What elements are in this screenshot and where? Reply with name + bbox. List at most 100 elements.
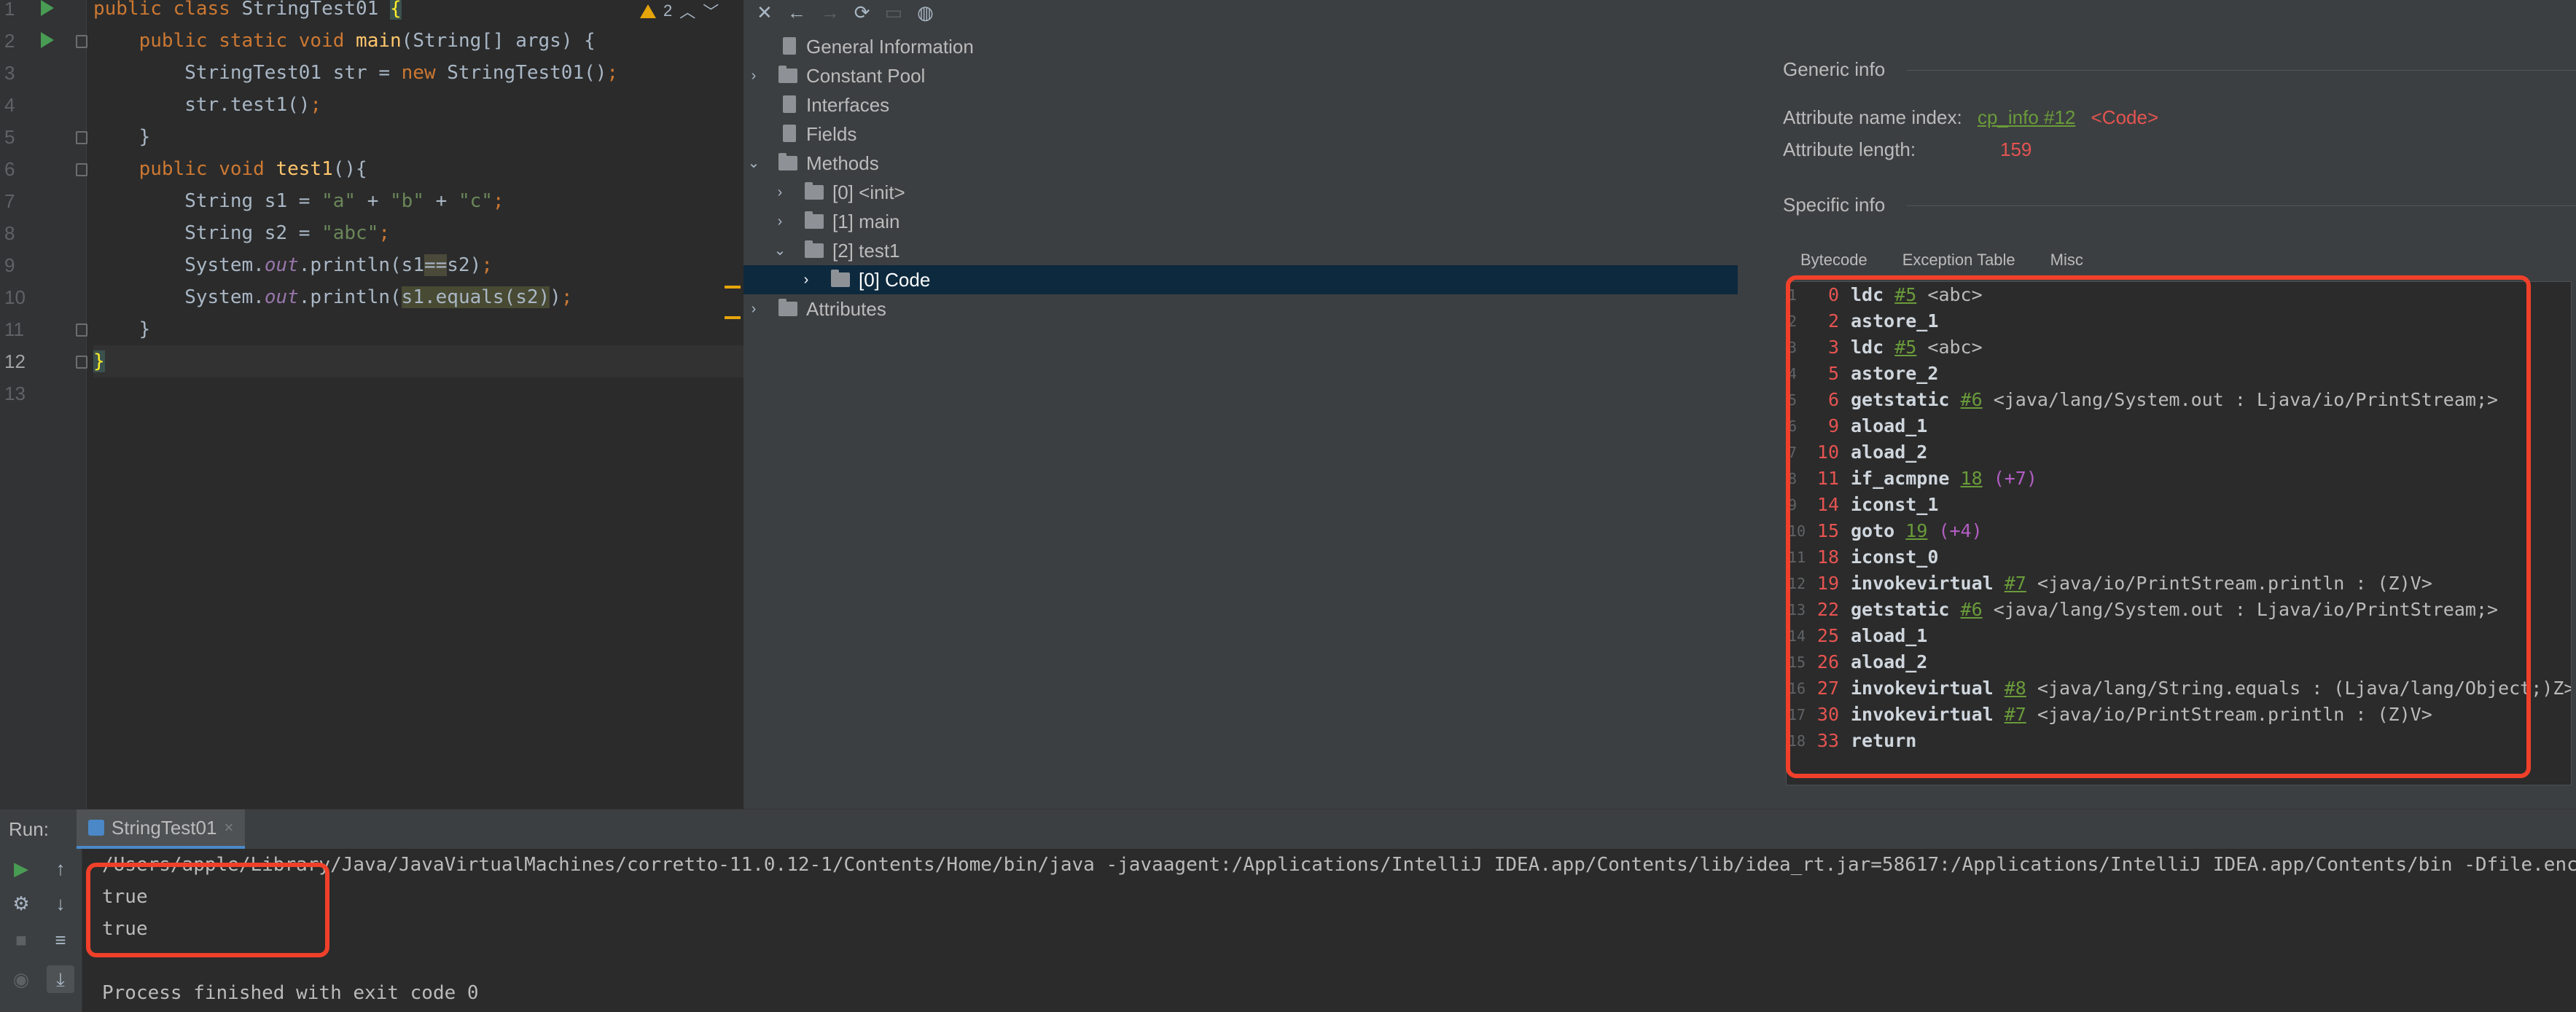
warning-icon xyxy=(640,4,656,18)
tree-item-code[interactable]: › [0] Code xyxy=(743,265,1738,294)
tab-exception-table[interactable]: Exception Table xyxy=(1885,243,2033,281)
file-icon xyxy=(783,95,796,113)
code-line: System.out.println(s1==s2); xyxy=(93,254,493,276)
specific-info-tabs: Bytecode Exception Table Misc xyxy=(1783,243,2101,281)
run-config-tab[interactable]: StringTest01 × xyxy=(76,809,246,849)
code-line: public static void main(String[] args) { xyxy=(138,30,596,52)
rerun-icon[interactable]: ▶ xyxy=(7,855,35,882)
chevron-right-icon[interactable]: › xyxy=(799,265,813,294)
tree-item-label: General Information xyxy=(806,36,974,58)
warning-stripe-mark[interactable] xyxy=(725,316,741,319)
chevron-up-icon[interactable]: ︿ xyxy=(679,0,695,23)
fold-icon[interactable] xyxy=(76,163,87,176)
jclasslib-panel: ✕ ← → ⟳ ▭ ◍ General Information › Consta… xyxy=(743,0,2576,809)
tree-item-fields[interactable]: Fields xyxy=(743,119,1738,149)
fold-icon[interactable] xyxy=(76,356,87,369)
close-icon[interactable]: × xyxy=(224,818,233,837)
chevron-right-icon[interactable]: › xyxy=(773,178,787,207)
file-icon xyxy=(783,37,796,55)
tab-bytecode[interactable]: Bytecode xyxy=(1783,243,1885,281)
line-number: 2 xyxy=(4,30,15,52)
forward-arrow-icon[interactable]: → xyxy=(821,1,840,23)
inspection-widget[interactable]: 2 ︿ ﹀ xyxy=(640,0,719,22)
run-tool-window: Run: StringTest01 × ▶ ↑ ⚙ ↓ ■ ≡ ◉ ⤓ /Use… xyxy=(0,809,2576,1012)
code-line: System.out.println(s1.equals(s2)); xyxy=(93,286,573,308)
down-arrow-icon[interactable]: ↓ xyxy=(47,890,74,917)
save-icon[interactable]: ▭ xyxy=(885,1,903,23)
scroll-to-end-icon[interactable]: ⤓ xyxy=(47,965,74,993)
bytecode-line: 8 11 if_acmpne 18 (+7) xyxy=(1788,468,2037,489)
tree-item-general-information[interactable]: General Information xyxy=(743,32,1738,61)
run-main-icon[interactable] xyxy=(41,32,54,48)
chevron-down-icon[interactable]: ﹀ xyxy=(703,0,719,23)
bytecode-line: 3 3 ldc #5 <abc> xyxy=(1788,337,1983,358)
bytecode-listing[interactable]: 1 0 ldc #5 <abc> 2 2 astore_1 3 3 ldc #5 <abc>… xyxy=(1786,281,2572,785)
tree-item-label: Attributes xyxy=(806,298,886,320)
bytecode-line: 18 33 return xyxy=(1788,730,1917,751)
code-line: StringTest01 str = new StringTest01(); xyxy=(93,62,619,84)
folder-icon xyxy=(831,270,850,287)
chevron-right-icon[interactable]: › xyxy=(746,61,761,90)
close-icon[interactable]: ✕ xyxy=(757,1,773,23)
line-number: 6 xyxy=(4,158,15,180)
bytecode-line: 14 25 aload_1 xyxy=(1788,625,1928,646)
tree-item-method-test1[interactable]: ⌄ [2] test1 xyxy=(743,236,1738,265)
class-structure-tree[interactable]: General Information › Constant Pool Inte… xyxy=(743,32,1738,323)
folder-icon xyxy=(778,299,797,316)
warning-stripe-mark[interactable] xyxy=(725,286,741,289)
section-divider xyxy=(1907,70,2576,71)
camera-icon[interactable]: ◉ xyxy=(7,965,35,993)
tree-item-label: Constant Pool xyxy=(806,65,926,87)
run-config-icon xyxy=(87,820,104,836)
tree-item-label: [0] Code xyxy=(859,269,931,291)
line-number: 4 xyxy=(4,94,15,116)
console-command-line: /Users/apple/Library/Java/JavaVirtualMac… xyxy=(102,854,2576,876)
run-tab-label: StringTest01 xyxy=(111,816,217,839)
tree-item-method-init[interactable]: › [0] <init> xyxy=(743,178,1738,207)
generic-info-title: Generic info xyxy=(1783,58,1886,80)
run-class-icon[interactable] xyxy=(41,0,54,16)
attribute-details: Generic info Attribute name index: cp_in… xyxy=(1768,0,2576,809)
tab-misc[interactable]: Misc xyxy=(2033,243,2101,281)
bytecode-line: 15 26 aload_2 xyxy=(1788,651,1928,672)
line-number: 10 xyxy=(4,286,26,308)
stop-icon[interactable]: ■ xyxy=(7,926,35,954)
folder-icon xyxy=(805,211,824,229)
bytecode-line: 10 15 goto 19 (+4) xyxy=(1788,520,1983,541)
fold-icon[interactable] xyxy=(76,35,87,48)
line-number: 1 xyxy=(4,0,15,20)
folder-icon xyxy=(778,66,797,83)
console-output[interactable]: /Users/apple/Library/Java/JavaVirtualMac… xyxy=(102,849,2576,1012)
fold-icon[interactable] xyxy=(76,131,87,144)
console-output-line: true xyxy=(102,886,148,908)
folder-icon xyxy=(805,182,824,200)
wrench-icon[interactable]: ⚙ xyxy=(7,890,35,917)
attribute-name-index-row: Attribute name index: cp_info #12 <Code> xyxy=(1783,106,2158,129)
folder-icon xyxy=(778,153,797,170)
tree-item-constant-pool[interactable]: › Constant Pool xyxy=(743,61,1738,90)
editor-gutter: 1 2 3 4 5 6 7 8 9 10 11 12 13 xyxy=(0,0,87,809)
run-header: Run: StringTest01 × xyxy=(0,809,2576,849)
section-divider xyxy=(1907,205,2576,206)
chevron-right-icon[interactable]: › xyxy=(746,294,761,323)
cp-info-link[interactable]: cp_info #12 xyxy=(1978,106,2075,128)
code-editor[interactable]: 1 2 3 4 5 6 7 8 9 10 11 12 13 public cla… xyxy=(0,0,743,809)
refresh-icon[interactable]: ⟳ xyxy=(854,1,870,23)
up-arrow-icon[interactable]: ↑ xyxy=(47,855,74,882)
globe-icon[interactable]: ◍ xyxy=(917,1,934,23)
soft-wrap-icon[interactable]: ≡ xyxy=(47,926,74,954)
tree-item-methods[interactable]: ⌄ Methods xyxy=(743,149,1738,178)
chevron-down-icon[interactable]: ⌄ xyxy=(773,236,787,265)
attribute-length-value: 159 xyxy=(2000,138,2032,160)
gutter-line: 2 xyxy=(0,25,87,57)
tree-item-attributes[interactable]: › Attributes xyxy=(743,294,1738,323)
code-line-current: } xyxy=(93,345,743,377)
code-line: String s1 = "a" + "b" + "c"; xyxy=(93,190,504,212)
chevron-down-icon[interactable]: ⌄ xyxy=(746,149,761,178)
tree-item-method-main[interactable]: › [1] main xyxy=(743,207,1738,236)
back-arrow-icon[interactable]: ← xyxy=(787,1,806,23)
fold-icon[interactable] xyxy=(76,323,87,337)
tree-item-interfaces[interactable]: Interfaces xyxy=(743,90,1738,119)
chevron-right-icon[interactable]: › xyxy=(773,207,787,236)
